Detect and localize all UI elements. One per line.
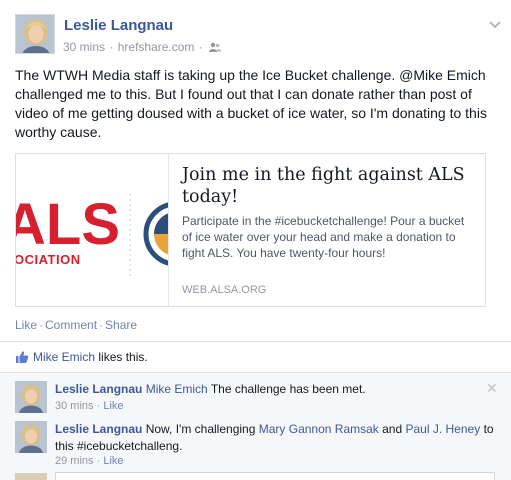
post-text: The WTWH Media staff is taking up the Ic… (15, 67, 487, 140)
comment-time[interactable]: 29 mins (55, 455, 94, 467)
post-author[interactable]: Leslie Langnau (64, 17, 173, 34)
comment-like-link[interactable]: Like (103, 455, 123, 467)
comment-body: The challenge has been met. (210, 382, 366, 396)
share-link[interactable]: Share (105, 318, 137, 332)
comment-body: and (382, 422, 403, 436)
facebook-post: Leslie Langnau 30 mins · hrefshare.com ·… (0, 0, 511, 480)
comment-like-link[interactable]: Like (103, 400, 123, 412)
comment-text: Leslie Langnau Mike Emich The challenge … (55, 381, 495, 398)
friends-icon[interactable] (209, 42, 222, 56)
likes-summary: Mike Emich likes this. (15, 350, 148, 367)
comment-meta: 29 mins · Like (55, 455, 124, 467)
comment-text: Leslie Langnau Now, I'm challenging Mary… (55, 421, 495, 455)
action-separator: · (39, 318, 44, 332)
meta-separator: · (96, 400, 101, 412)
comment-author[interactable]: Leslie Langnau (55, 422, 142, 436)
chevron-down-icon[interactable] (489, 18, 501, 32)
card-image[interactable]: ALS OCIATION (16, 154, 169, 306)
card-title[interactable]: Join me in the fight against ALS today! (182, 164, 482, 208)
meta-separator: · (109, 40, 114, 54)
reply-avatar (15, 473, 47, 480)
close-icon[interactable]: ✕ (486, 380, 498, 397)
like-link[interactable]: Like (15, 318, 37, 332)
post-meta: 30 mins · hrefshare.com · (63, 40, 222, 56)
post-actions: Like · Comment · Share (15, 318, 137, 332)
thumbs-up-icon (15, 350, 29, 367)
post-source[interactable]: hrefshare.com (118, 40, 195, 54)
card-domain: WEB.ALSA.ORG (182, 284, 267, 296)
meta-separator: · (198, 40, 203, 54)
post-time[interactable]: 30 mins (63, 40, 105, 54)
card-body[interactable]: Join me in the fight against ALS today! … (170, 154, 485, 306)
comment-mention[interactable]: Paul J. Heney (406, 422, 481, 436)
comment-avatar[interactable] (15, 421, 47, 453)
comment-link[interactable]: Comment (45, 318, 97, 332)
comment-avatar[interactable] (15, 381, 47, 413)
link-preview-card[interactable]: ALS OCIATION Join me in the fight agains… (15, 153, 486, 307)
meta-separator: · (96, 455, 101, 467)
comment-mention[interactable]: Mary Gannon Ramsak (259, 422, 379, 436)
card-image-logo-text: ALS (16, 192, 120, 257)
action-separator: · (99, 318, 104, 332)
reply-input[interactable] (55, 472, 495, 480)
comment-meta: 30 mins · Like (55, 400, 124, 412)
likes-suffix: likes this. (98, 350, 148, 364)
comment-mention[interactable]: Mike Emich (146, 382, 208, 396)
card-description: Participate in the #icebucketchallenge! … (182, 214, 465, 260)
comment-author[interactable]: Leslie Langnau (55, 382, 142, 396)
divider (0, 341, 511, 342)
author-avatar[interactable] (15, 14, 55, 54)
comment-body: Now, I'm challenging (145, 422, 256, 436)
liker-name[interactable]: Mike Emich (33, 350, 95, 364)
card-image-association-text: OCIATION (16, 252, 81, 267)
comment-time[interactable]: 30 mins (55, 400, 94, 412)
